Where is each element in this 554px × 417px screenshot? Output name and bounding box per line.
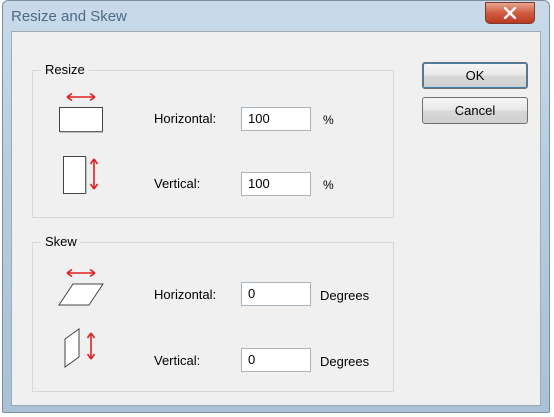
skew-vertical-label: Vertical:: [154, 353, 201, 368]
dialog-body: Resize Horizontal: 100 % Vertical: 100 %: [11, 31, 541, 406]
resize-horizontal-icon: [59, 92, 103, 133]
skew-horizontal-input[interactable]: 0: [241, 282, 311, 306]
skew-group-label: Skew: [41, 234, 81, 249]
skew-vertical-unit: Degrees: [320, 354, 370, 369]
skew-horizontal-icon: [58, 268, 104, 306]
resize-horizontal-label: Horizontal:: [154, 111, 217, 126]
resize-vertical-input[interactable]: 100: [241, 172, 311, 196]
close-button[interactable]: [485, 2, 535, 24]
window-title: Resize and Skew: [11, 8, 127, 25]
skew-vertical-input[interactable]: 0: [241, 348, 311, 372]
resize-group: Resize Horizontal: 100 % Vertical: 100 %: [32, 62, 394, 218]
resize-vertical-icon: [63, 156, 99, 194]
skew-vertical-icon: [64, 328, 96, 368]
cancel-button[interactable]: Cancel: [422, 97, 528, 124]
resize-and-skew-dialog: Resize and Skew Resize Horizontal: 100 %: [2, 0, 550, 413]
resize-vertical-label: Vertical:: [154, 176, 201, 191]
resize-horizontal-unit: %: [323, 113, 334, 127]
skew-horizontal-unit: Degrees: [320, 288, 370, 303]
skew-horizontal-label: Horizontal:: [154, 287, 217, 302]
close-icon: [503, 7, 517, 19]
resize-vertical-unit: %: [323, 178, 334, 192]
resize-horizontal-input[interactable]: 100: [241, 107, 311, 131]
resize-group-label: Resize: [41, 62, 89, 77]
ok-button[interactable]: OK: [422, 62, 528, 89]
skew-group: Skew Horizontal: 0 Degrees Vertical: 0 D…: [32, 234, 394, 392]
